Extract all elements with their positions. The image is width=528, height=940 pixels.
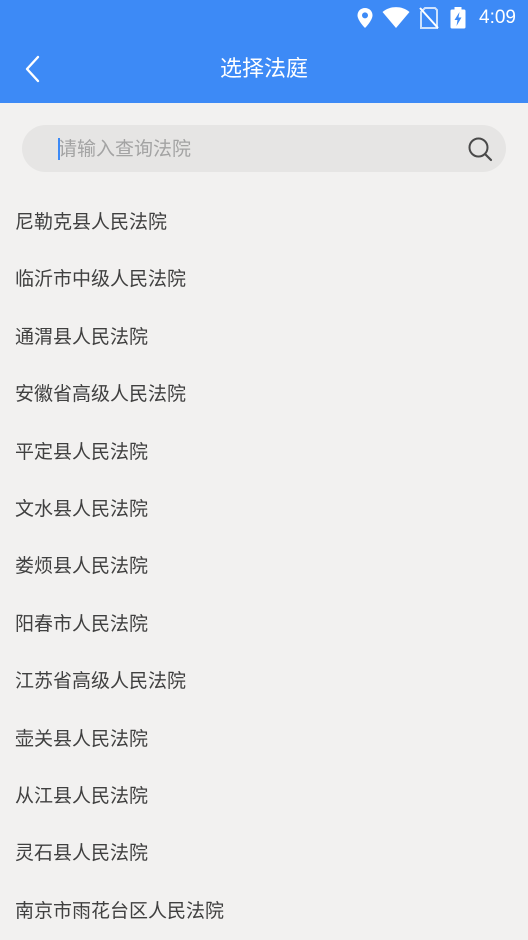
court-list-item[interactable]: 灵石县人民法院 xyxy=(0,825,528,882)
no-sim-icon xyxy=(419,7,439,29)
status-time: 4:09 xyxy=(479,7,516,28)
nav-bar: 选择法庭 xyxy=(0,36,528,103)
text-cursor xyxy=(58,138,60,160)
court-list-item[interactable]: 阳春市人民法院 xyxy=(0,596,528,653)
search-icon[interactable] xyxy=(466,135,494,163)
search-bar[interactable] xyxy=(22,125,506,172)
page-title: 选择法庭 xyxy=(219,57,308,82)
back-button[interactable] xyxy=(10,46,56,92)
court-list-item[interactable]: 壶关县人民法院 xyxy=(0,711,528,768)
court-list-item[interactable]: 安徽省高级人民法院 xyxy=(0,366,528,423)
court-list-item[interactable]: 尼勒克县人民法院 xyxy=(0,194,528,251)
court-list-item[interactable]: 通渭县人民法院 xyxy=(0,309,528,366)
court-list-item[interactable]: 临沂市中级人民法院 xyxy=(0,251,528,308)
court-list-item[interactable]: 南京市雨花台区人民法院 xyxy=(0,883,528,940)
status-bar: 4:09 xyxy=(0,0,528,36)
court-list-item[interactable]: 平定县人民法院 xyxy=(0,424,528,481)
court-list-item[interactable]: 江苏省高级人民法院 xyxy=(0,653,528,710)
chevron-left-icon xyxy=(25,55,40,83)
location-icon xyxy=(357,8,373,28)
wifi-icon xyxy=(382,7,410,28)
court-list-item[interactable]: 从江县人民法院 xyxy=(0,768,528,825)
court-list: 尼勒克县人民法院 临沂市中级人民法院 通渭县人民法院 安徽省高级人民法院 平定县… xyxy=(0,194,528,940)
search-input[interactable] xyxy=(58,125,458,172)
court-list-item[interactable]: 娄烦县人民法院 xyxy=(0,538,528,595)
app-header: 4:09 选择法庭 xyxy=(0,0,528,103)
battery-charging-icon xyxy=(450,7,466,29)
court-list-item[interactable]: 文水县人民法院 xyxy=(0,481,528,538)
